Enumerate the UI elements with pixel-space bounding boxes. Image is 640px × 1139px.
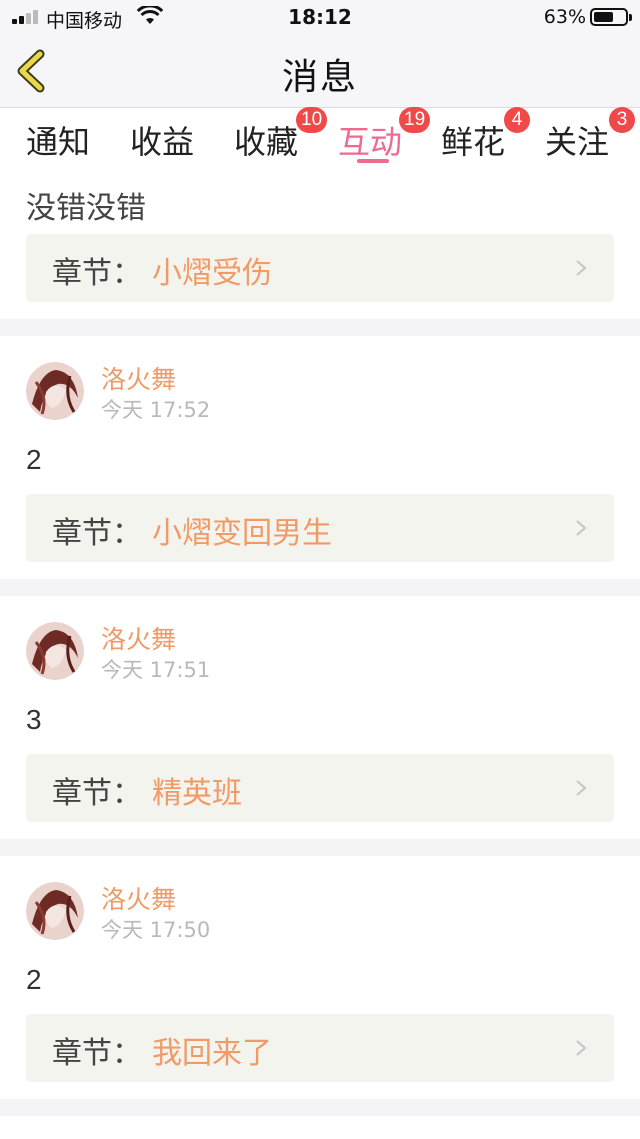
chapter-label: 章节：: [52, 776, 142, 811]
avatar[interactable]: [26, 882, 84, 940]
battery-icon: [590, 8, 632, 26]
tab-label: 收藏: [234, 123, 299, 161]
avatar[interactable]: [26, 622, 84, 680]
message-text: 没错没错: [26, 191, 146, 226]
chapter-label: 章节：: [52, 516, 142, 551]
message-item: 洛火舞 今天 17:50 2 章节： 我回来了: [0, 856, 640, 1099]
avatar-image: [26, 622, 84, 680]
chevron-right-icon: [576, 1040, 587, 1056]
user-name[interactable]: 洛火舞: [101, 360, 176, 396]
unread-badge: 10: [296, 107, 328, 133]
avatar[interactable]: [26, 362, 84, 420]
tab-label: 鲜花: [441, 123, 506, 161]
divider: [0, 579, 640, 596]
chapter-link[interactable]: 章节： 小熠变回男生: [26, 494, 614, 562]
chapter-title: 精英班: [152, 776, 242, 811]
user-name[interactable]: 洛火舞: [101, 880, 176, 916]
chapter-title: 小熠受伤: [152, 256, 272, 291]
battery-fill: [594, 12, 613, 22]
unread-badge: 19: [399, 107, 431, 133]
divider: [0, 1099, 640, 1116]
tab-label: 通知: [26, 123, 91, 161]
tab-interaction[interactable]: 互动: [338, 117, 402, 163]
message-time: 今天 17:50: [101, 918, 211, 942]
divider: [0, 839, 640, 856]
nav-bar: 消息: [0, 34, 640, 108]
tab-label: 收益: [130, 123, 195, 161]
chapter-title: 小熠变回男生: [152, 516, 332, 551]
unread-badge: 4: [504, 107, 530, 133]
chapter-label: 章节：: [52, 1036, 142, 1071]
tab-follow[interactable]: 关注: [545, 117, 609, 163]
chapter-link[interactable]: 章节： 小熠受伤: [26, 234, 614, 302]
tab-bar: 通知 收益 收藏 10 互动 19 鲜花 4 关注 3: [0, 107, 640, 171]
avatar-image: [26, 882, 84, 940]
message-feed[interactable]: 没错没错 章节： 小熠受伤 洛火舞 今天 17:52 2 章节： 小熠变回男生: [0, 171, 640, 1116]
chapter-label: 章节：: [52, 256, 142, 291]
message-text: 2: [26, 444, 42, 475]
message-time: 今天 17:51: [101, 658, 211, 682]
tab-notice[interactable]: 通知: [26, 117, 90, 163]
battery-percent: 63%: [543, 6, 586, 28]
tab-flowers[interactable]: 鲜花: [441, 117, 505, 163]
message-item: 没错没错 章节： 小熠受伤: [0, 171, 640, 319]
unread-badge: 3: [609, 107, 635, 133]
tab-earnings[interactable]: 收益: [130, 117, 194, 163]
message-text: 2: [26, 964, 42, 995]
avatar-image: [26, 362, 84, 420]
chevron-right-icon: [576, 260, 587, 276]
chevron-right-icon: [576, 780, 587, 796]
tab-label: 关注: [545, 123, 610, 161]
status-bar: 中国移动 18:12 63%: [0, 0, 640, 34]
chapter-link[interactable]: 章节： 我回来了: [26, 1014, 614, 1082]
message-item: 洛火舞 今天 17:51 3 章节： 精英班: [0, 596, 640, 839]
chapter-title: 我回来了: [152, 1036, 272, 1071]
message-item: 洛火舞 今天 17:52 2 章节： 小熠变回男生: [0, 336, 640, 579]
tab-label: 互动: [338, 123, 403, 161]
chevron-right-icon: [576, 520, 587, 536]
active-tab-indicator: [357, 159, 389, 163]
tab-favorites[interactable]: 收藏: [234, 117, 298, 163]
chapter-link[interactable]: 章节： 精英班: [26, 754, 614, 822]
message-text: 3: [26, 704, 42, 735]
user-name[interactable]: 洛火舞: [101, 620, 176, 656]
page-title: 消息: [281, 57, 358, 98]
message-time: 今天 17:52: [101, 398, 211, 422]
divider: [0, 319, 640, 336]
